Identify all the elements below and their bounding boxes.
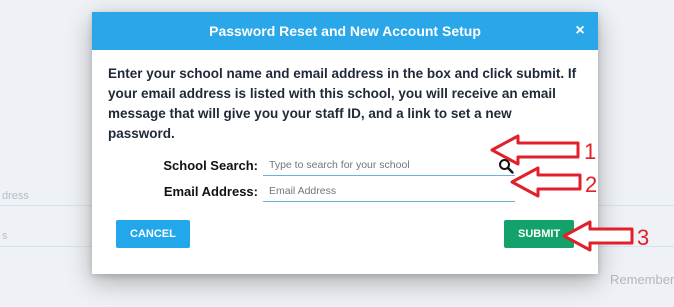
annotation-number-3: 3 [637, 225, 650, 250]
close-icon[interactable]: × [570, 21, 590, 41]
cancel-button[interactable]: CANCEL [116, 220, 190, 248]
instructions-text: Enter your school name and email address… [108, 66, 577, 141]
background-field-label: dress [2, 190, 29, 202]
modal-header: Password Reset and New Account Setup × [92, 12, 598, 50]
modal-title: Password Reset and New Account Setup [209, 23, 481, 39]
annotation-arrow-3 [562, 220, 634, 252]
annotation-arrow-1 [490, 134, 580, 166]
school-search-label: School Search: [163, 158, 258, 173]
annotation-number-2: 2 [585, 172, 598, 197]
email-address-input[interactable] [263, 180, 515, 202]
email-address-label: Email Address: [163, 184, 258, 199]
school-search-input[interactable] [263, 154, 515, 176]
annotation-arrow-2 [510, 166, 582, 198]
annotation-number-1: 1 [584, 139, 597, 164]
background-field-label: s [2, 230, 8, 242]
modal-body: Enter your school name and email address… [108, 64, 582, 202]
remember-me-text: Remember [610, 272, 674, 287]
